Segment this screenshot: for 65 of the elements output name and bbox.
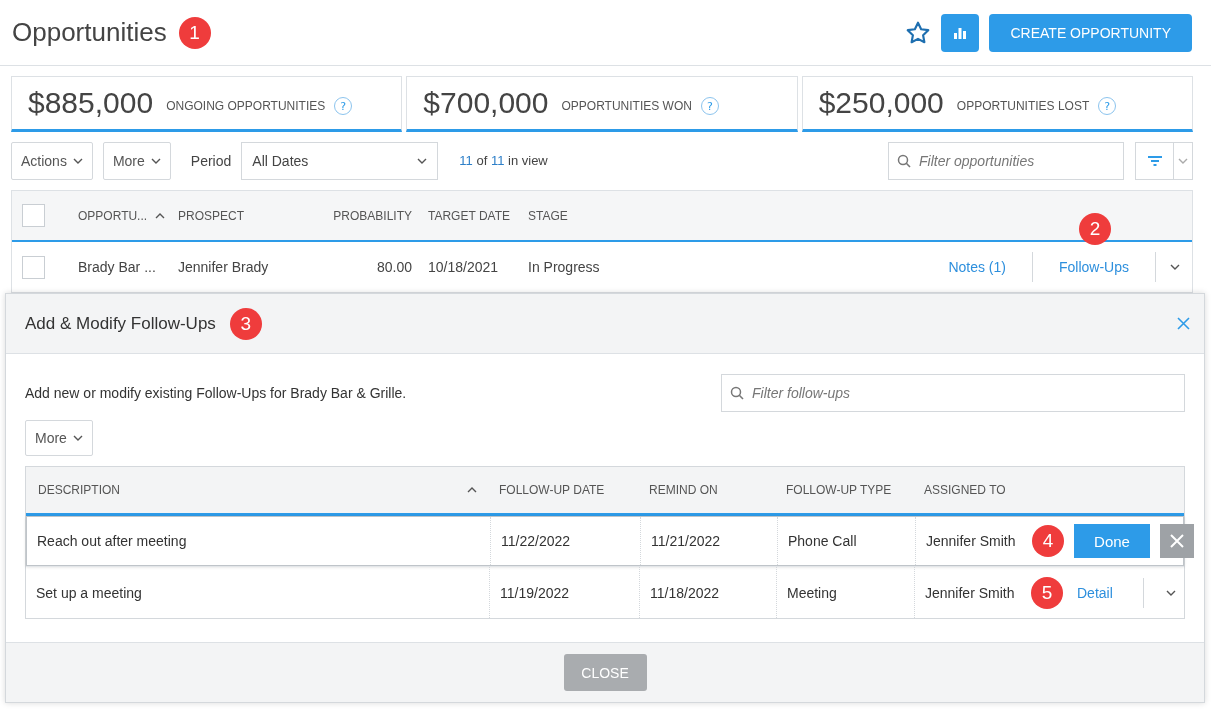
- table-cell: Phone Call: [777, 517, 915, 565]
- actions-dropdown[interactable]: Actions: [11, 141, 93, 180]
- table-cell-text: 10/18/2021: [428, 259, 500, 275]
- close-icon: [1170, 534, 1184, 548]
- bar-chart-icon: [953, 25, 968, 40]
- column-header[interactable]: REMIND ON: [639, 483, 776, 497]
- dialog-title: Add & Modify Follow-Ups: [25, 313, 216, 334]
- chevron-down-icon: [417, 157, 428, 164]
- cancel-button[interactable]: [1160, 524, 1194, 558]
- column-header[interactable]: FOLLOW-UP TYPE: [776, 483, 914, 497]
- filter-field[interactable]: Filter opportunities: [888, 141, 1124, 180]
- column-header[interactable]: PROSPECT: [178, 208, 318, 223]
- stat-label: OPPORTUNITIES WON: [561, 99, 692, 113]
- chevron-down-icon: [72, 435, 83, 441]
- column-header[interactable]: ASSIGNED TO: [914, 483, 1049, 497]
- view-count: 11 of 11 in view: [459, 153, 548, 168]
- more-dropdown[interactable]: More: [25, 420, 93, 456]
- table-cell: 11/18/2022: [639, 567, 776, 618]
- table-cell-text: Set up a meeting: [35, 583, 143, 603]
- period-label: Period: [190, 152, 232, 169]
- filter-button[interactable]: [1135, 141, 1193, 180]
- row-checkbox[interactable]: [22, 255, 45, 279]
- table-cell-text: Brady Bar ...: [78, 259, 157, 275]
- stat-amount: $250,000: [818, 86, 944, 120]
- sort-up-icon: [467, 487, 477, 493]
- close-icon[interactable]: [1177, 317, 1190, 330]
- stat-label: OPPORTUNITIES LOST: [956, 99, 1090, 113]
- sort-up-icon: [155, 212, 166, 219]
- chevron-down-icon: [1170, 264, 1180, 270]
- step-marker: 3: [229, 307, 262, 340]
- step-marker: 4: [1032, 525, 1064, 557]
- step-marker: 5: [1031, 576, 1063, 609]
- page-title: Opportunities: [12, 17, 167, 48]
- column-header[interactable]: DESCRIPTION: [26, 483, 489, 497]
- filter-field[interactable]: Filter follow-ups: [721, 374, 1185, 412]
- detail-link[interactable]: Detail: [1077, 584, 1113, 601]
- filter-icon: [1147, 155, 1162, 166]
- stat-label: ONGOING OPPORTUNITIES: [166, 99, 326, 113]
- select-all-checkbox[interactable]: [22, 204, 45, 227]
- column-header[interactable]: FOLLOW-UP DATE: [489, 483, 639, 497]
- chevron-down-icon: [1178, 157, 1189, 164]
- table-cell-text: 80.00: [375, 259, 413, 275]
- stat-amount: $700,000: [423, 86, 549, 120]
- table-cell-text: Reach out after meeting: [36, 532, 188, 551]
- column-header[interactable]: PROBABILITY: [318, 208, 428, 223]
- table-cell: 11/21/2022: [640, 517, 777, 565]
- notes-link[interactable]: Notes (1): [948, 259, 1006, 275]
- dialog-description: Add new or modify existing Follow-Ups for Brady Bar & Grille.: [25, 385, 407, 401]
- step-marker: 1: [178, 16, 211, 49]
- chevron-down-icon: [72, 157, 83, 164]
- column-header[interactable]: OPPORTU...: [78, 208, 178, 223]
- column-header[interactable]: TARGET DATE: [428, 208, 528, 223]
- chart-button[interactable]: [941, 13, 980, 52]
- chevron-down-icon: [1165, 589, 1176, 596]
- stat-amount: $885,000: [28, 86, 154, 120]
- table-cell-text: In Progress: [528, 259, 601, 275]
- table-cell: Meeting: [776, 567, 914, 618]
- period-select[interactable]: All Dates: [241, 141, 439, 180]
- chevron-down-icon: [150, 157, 161, 164]
- star-icon[interactable]: [905, 19, 932, 46]
- table-cell: 11/19/2022: [489, 567, 639, 618]
- table-cell: 11/22/2022: [490, 517, 640, 565]
- table-cell-text: Jennifer Brady: [178, 259, 270, 275]
- follow-ups-link[interactable]: Follow-Ups: [1059, 259, 1129, 275]
- more-dropdown[interactable]: More: [102, 141, 171, 180]
